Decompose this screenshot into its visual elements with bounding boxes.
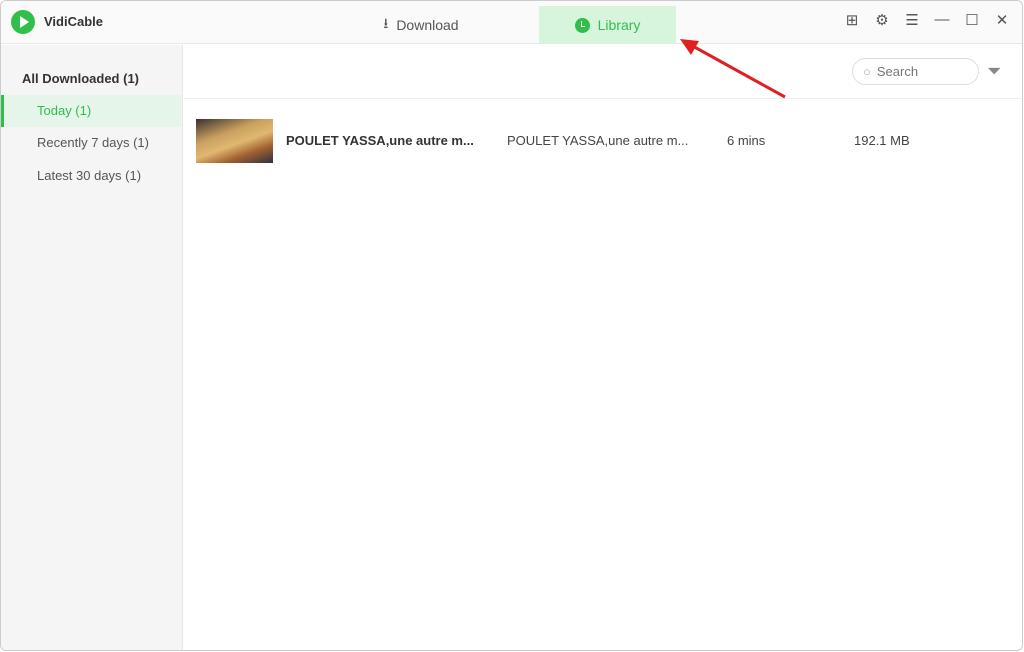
gear-icon[interactable]: ⚙ — [874, 11, 890, 29]
video-duration: 6 mins — [727, 133, 766, 148]
app-window: VidiCable ⭳ Download Library ⊞ ⚙ ☰ — ☐ ✕… — [0, 0, 1023, 651]
maximize-icon[interactable]: ☐ — [964, 11, 980, 29]
sidebar-item-recent-7-days[interactable]: Recently 7 days (1) — [1, 127, 181, 159]
video-title: POULET YASSA,une autre m... — [286, 133, 474, 148]
tab-label: Download — [396, 17, 459, 33]
grid-icon[interactable]: ⊞ — [844, 11, 860, 29]
search-box[interactable]: ○ — [852, 58, 979, 85]
search-input[interactable] — [876, 64, 957, 79]
video-channel: POULET YASSA,une autre m... — [507, 133, 689, 148]
toolbar: ○ ⏷ — [184, 45, 1022, 99]
sidebar-header[interactable]: All Downloaded (1) — [22, 71, 139, 86]
app-name: VidiCable — [44, 14, 104, 29]
video-thumbnail — [196, 119, 273, 163]
sidebar-item-today[interactable]: Today (1) — [1, 95, 181, 127]
menu-icon[interactable]: ☰ — [904, 11, 920, 29]
search-icon: ○ — [863, 64, 871, 79]
sidebar: All Downloaded (1) Today (1) Recently 7 … — [1, 45, 183, 650]
sidebar-item-latest-30-days[interactable]: Latest 30 days (1) — [1, 160, 181, 192]
download-icon: ⭳ — [383, 15, 389, 31]
tab-download[interactable]: ⭳ Download — [361, 6, 481, 44]
tab-label: Library — [597, 17, 641, 33]
vidicable-logo-icon — [11, 10, 35, 34]
tab-library[interactable]: Library — [539, 6, 676, 44]
table-row[interactable]: POULET YASSA,une autre m... POULET YASSA… — [184, 111, 1022, 171]
title-bar: VidiCable ⭳ Download Library ⊞ ⚙ ☰ — ☐ ✕ — [1, 1, 1022, 44]
video-size: 192.1 MB — [854, 133, 910, 148]
filter-icon[interactable]: ⏷ — [987, 61, 1001, 82]
minimize-icon[interactable]: — — [934, 11, 950, 29]
close-icon[interactable]: ✕ — [994, 11, 1010, 29]
red-arrow-annotation — [680, 39, 786, 99]
clock-icon — [574, 17, 590, 33]
